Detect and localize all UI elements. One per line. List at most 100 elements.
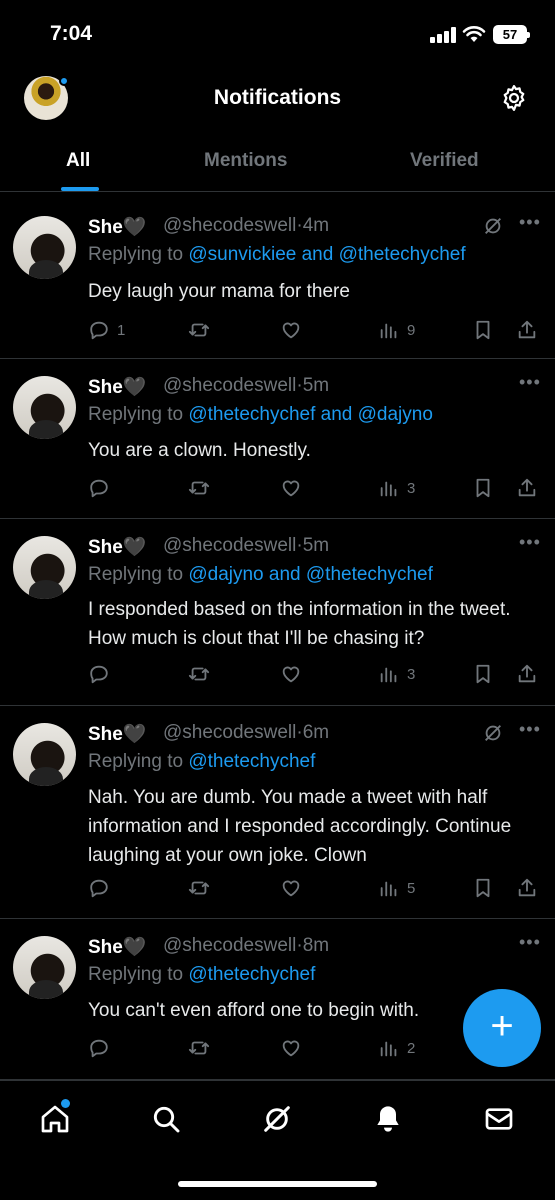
more-options-icon[interactable]: •••: [519, 212, 541, 233]
reply-icon: [90, 665, 108, 684]
reply-button[interactable]: [88, 876, 110, 900]
tab-mentions[interactable]: Mentions: [204, 150, 287, 172]
like-button[interactable]: [280, 876, 302, 900]
reply-mentions[interactable]: @thetechychef: [188, 751, 315, 772]
reply-mentions[interactable]: @dajyno and @thetechychef: [188, 564, 433, 585]
grok-icon[interactable]: [482, 722, 504, 744]
search-icon[interactable]: [150, 1103, 182, 1135]
like-button[interactable]: [280, 318, 302, 342]
tab-all[interactable]: All: [66, 150, 90, 172]
reply-count: 1: [117, 321, 126, 339]
view-count: 5: [407, 879, 416, 897]
reply-button[interactable]: 1: [88, 318, 125, 342]
like-button[interactable]: [280, 662, 302, 686]
wifi-icon: [462, 26, 486, 42]
tweet-actions: 1 9: [88, 318, 548, 342]
messages-mail-icon[interactable]: [483, 1103, 515, 1135]
retweet-button[interactable]: [188, 876, 210, 900]
active-tab-indicator: [61, 187, 99, 191]
like-button[interactable]: [280, 476, 302, 500]
views-chart-icon: [380, 881, 397, 897]
more-options-icon[interactable]: •••: [519, 372, 541, 393]
reply-button[interactable]: [88, 662, 110, 686]
top-header: Notifications: [0, 66, 555, 130]
more-options-icon[interactable]: •••: [519, 932, 541, 953]
display-name[interactable]: She🖤: [88, 375, 147, 399]
tweet[interactable]: She🖤 @shecodeswell·5m ••• Replying to @t…: [0, 359, 555, 519]
share-icon: [518, 320, 536, 339]
tweet-text: Dey laugh your mama for there: [88, 281, 350, 302]
retweet-button[interactable]: [188, 662, 210, 686]
more-options-icon[interactable]: •••: [519, 532, 541, 553]
retweet-icon: [188, 323, 210, 337]
view-count: 9: [407, 321, 416, 339]
share-button[interactable]: [516, 876, 538, 900]
share-icon: [518, 878, 536, 897]
views-button[interactable]: 5: [378, 876, 415, 900]
display-name[interactable]: She🖤: [88, 935, 147, 959]
retweet-button[interactable]: [188, 476, 210, 500]
bookmark-button[interactable]: [472, 318, 494, 342]
notifications-bell-icon[interactable]: [372, 1103, 404, 1135]
views-button[interactable]: 9: [378, 318, 415, 342]
tweet[interactable]: She🖤 @shecodeswell·8m ••• Replying to @t…: [0, 919, 555, 1080]
share-icon: [518, 478, 536, 497]
tweet-text: You are a clown. Honestly.: [88, 440, 311, 461]
bookmark-button[interactable]: [472, 476, 494, 500]
replying-to: Replying to @thetechychef and @dajyno: [88, 404, 433, 425]
reply-button[interactable]: [88, 476, 110, 500]
user-handle: @shecodeswell·6m: [163, 722, 330, 743]
views-chart-icon: [380, 667, 397, 683]
reply-mentions[interactable]: @thetechychef: [188, 964, 315, 985]
tweet[interactable]: She🖤 @shecodeswell·5m ••• Replying to @d…: [0, 519, 555, 706]
status-bar: 7:04 57: [0, 0, 555, 66]
share-icon: [518, 664, 536, 683]
user-avatar[interactable]: [13, 723, 76, 786]
view-count: 2: [407, 1039, 416, 1057]
views-button[interactable]: 3: [378, 476, 415, 500]
reply-mentions[interactable]: @sunvickiee and @thetechychef: [188, 244, 465, 265]
user-avatar[interactable]: [13, 216, 76, 279]
tweet-actions: 3: [88, 662, 548, 686]
heart-icon: [282, 480, 300, 497]
retweet-icon: [188, 667, 210, 681]
tweet[interactable]: She🖤 @shecodeswell·4m ••• Replying to @s…: [0, 198, 555, 359]
reply-button[interactable]: [88, 1036, 110, 1060]
compose-tweet-button[interactable]: +: [463, 989, 541, 1067]
retweet-icon: [188, 881, 210, 895]
views-button[interactable]: 2: [378, 1036, 415, 1060]
grok-icon[interactable]: [482, 215, 504, 237]
replying-to: Replying to @sunvickiee and @thetechyche…: [88, 244, 466, 265]
share-button[interactable]: [516, 318, 538, 342]
heart-icon: [282, 666, 300, 683]
tweet[interactable]: She🖤 @shecodeswell·6m ••• Replying to @t…: [0, 706, 555, 919]
grok-icon[interactable]: [261, 1103, 293, 1135]
view-count: 3: [407, 665, 416, 683]
share-button[interactable]: [516, 476, 538, 500]
display-name[interactable]: She🖤: [88, 535, 147, 559]
user-avatar[interactable]: [13, 376, 76, 439]
tweet-actions: 3: [88, 476, 548, 500]
settings-gear-icon[interactable]: [499, 83, 529, 113]
bookmark-button[interactable]: [472, 662, 494, 686]
bookmark-button[interactable]: [472, 876, 494, 900]
bookmark-icon: [476, 664, 490, 684]
display-name[interactable]: She🖤: [88, 215, 147, 239]
status-time: 7:04: [50, 22, 93, 45]
like-button[interactable]: [280, 1036, 302, 1060]
heart-icon: [282, 880, 300, 897]
more-options-icon[interactable]: •••: [519, 719, 541, 740]
retweet-button[interactable]: [188, 1036, 210, 1060]
replying-to: Replying to @dajyno and @thetechychef: [88, 564, 433, 585]
replying-to: Replying to @thetechychef: [88, 964, 316, 985]
retweet-button[interactable]: [188, 318, 210, 342]
views-button[interactable]: 3: [378, 662, 415, 686]
reply-mentions[interactable]: @thetechychef and @dajyno: [188, 404, 433, 425]
tab-verified[interactable]: Verified: [410, 150, 479, 172]
views-chart-icon: [380, 323, 397, 339]
user-avatar[interactable]: [13, 536, 76, 599]
display-name[interactable]: She🖤: [88, 722, 147, 746]
share-button[interactable]: [516, 662, 538, 686]
views-chart-icon: [380, 1041, 397, 1057]
user-avatar[interactable]: [13, 936, 76, 999]
